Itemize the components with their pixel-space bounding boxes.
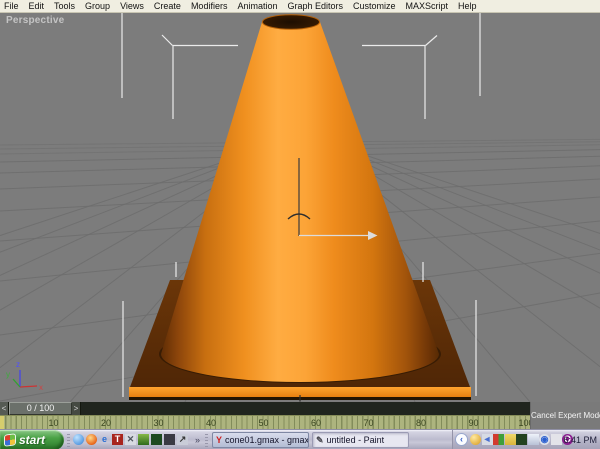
- tray-messenger-icon[interactable]: [493, 434, 504, 445]
- time-slider-row: < 0 / 100 >: [0, 402, 530, 415]
- task-button-icon: Y: [216, 435, 223, 445]
- messenger-icon[interactable]: [73, 434, 84, 445]
- trackbar-number: 60: [310, 418, 321, 428]
- tray-generic-icon[interactable]: [550, 434, 562, 445]
- y-axis-line: [12, 378, 21, 388]
- task-button-cone01-gmax[interactable]: Ycone01.gmax - gmax: [212, 432, 309, 448]
- internet-explorer-icon[interactable]: e: [99, 434, 110, 445]
- tray-icons: ◄ ◉ O: [470, 430, 573, 449]
- trackbar-number: 20: [100, 418, 111, 428]
- trackbar-number: 40: [205, 418, 216, 428]
- taskbar: start » Ycone01.gmax - gmax ✎ untitled - P…: [0, 429, 600, 449]
- firefox-icon[interactable]: [86, 434, 97, 445]
- trackbar-number: 30: [153, 418, 164, 428]
- start-label: start: [19, 433, 46, 447]
- menu-graph-editors[interactable]: Graph Editors: [287, 0, 343, 13]
- taskband-grip[interactable]: [205, 433, 208, 447]
- menu-customize[interactable]: Customize: [353, 0, 396, 13]
- trackbar-number: 10: [48, 418, 59, 428]
- menu-edit[interactable]: Edit: [29, 0, 45, 13]
- menu-bar: File Edit Tools Group Views Create Modifiers An…: [0, 0, 600, 13]
- menu-animation[interactable]: Animation: [237, 0, 277, 13]
- console-icon[interactable]: [164, 434, 175, 445]
- frame-prev-button[interactable]: <: [0, 402, 9, 415]
- quick-launch-overflow-chevron[interactable]: »: [192, 433, 203, 447]
- x-axis-line: [19, 385, 38, 388]
- system-tray: ‹ ◄ ◉ O 6:41 PM: [452, 430, 600, 449]
- task-button-untitled[interactable]: ✎ untitled - Paint: [312, 432, 409, 448]
- time-slider-handle[interactable]: 0 / 100: [9, 402, 72, 415]
- tools-icon[interactable]: ✕: [125, 434, 136, 445]
- grass-app-icon[interactable]: [138, 434, 149, 445]
- z-axis-label: z: [16, 360, 20, 369]
- quick-launch-grip[interactable]: [67, 433, 70, 447]
- menu-group[interactable]: Group: [85, 0, 110, 13]
- tray-volume-icon[interactable]: ◄: [481, 434, 493, 445]
- track-bar[interactable]: 10 20 30 40 50 60 70 80 90 100: [0, 415, 530, 429]
- show-desktop-icon[interactable]: ↗: [177, 434, 188, 445]
- windows-flag-icon: [5, 434, 15, 446]
- viewport-canvas[interactable]: z x y: [0, 13, 600, 402]
- trackbar-number: 70: [363, 418, 374, 428]
- task-button-icon: ✎: [316, 435, 324, 445]
- cancel-expert-mode-button[interactable]: Cancel Expert Mode: [530, 402, 600, 429]
- dark-green-app-icon[interactable]: [151, 434, 162, 445]
- tray-update-icon[interactable]: [470, 434, 481, 445]
- cone-object[interactable]: [161, 14, 439, 383]
- trackbar-number: 90: [468, 418, 479, 428]
- screen: File Edit Tools Group Views Create Modifiers An…: [0, 0, 600, 449]
- menu-maxscript[interactable]: MAXScript: [406, 0, 449, 13]
- frame-next-button[interactable]: >: [72, 402, 81, 415]
- tray-network-icon[interactable]: [516, 434, 527, 445]
- viewport-perspective[interactable]: z x y Perspective: [0, 13, 600, 402]
- menu-create[interactable]: Create: [154, 0, 181, 13]
- menu-modifiers[interactable]: Modifiers: [191, 0, 228, 13]
- task-button-label: cone01.gmax - gmax: [225, 435, 309, 445]
- x-axis-label: x: [39, 383, 43, 392]
- menu-tools[interactable]: Tools: [54, 0, 75, 13]
- trackbar-number: 80: [415, 418, 426, 428]
- trackbar-number: 50: [258, 418, 269, 428]
- taskbar-clock[interactable]: 6:41 PM: [563, 430, 597, 449]
- world-axis-tripod: z x y: [6, 360, 43, 392]
- tray-display-icon[interactable]: [527, 434, 539, 445]
- hide-icons-button[interactable]: ‹: [455, 433, 468, 446]
- menu-help[interactable]: Help: [458, 0, 477, 13]
- menu-file[interactable]: File: [4, 0, 19, 13]
- viewport-label[interactable]: Perspective: [6, 15, 64, 26]
- y-axis-label: y: [6, 370, 10, 379]
- tray-search-icon[interactable]: ◉: [539, 434, 550, 445]
- start-button[interactable]: start: [0, 430, 64, 449]
- trackbar-current-frame-marker[interactable]: [0, 416, 4, 429]
- trackbar-number: 100: [518, 418, 530, 428]
- tray-folder-icon[interactable]: [504, 434, 516, 445]
- menu-views[interactable]: Views: [120, 0, 144, 13]
- task-buttons: Ycone01.gmax - gmax ✎ untitled - Paint: [212, 432, 409, 448]
- task-button-label: untitled - Paint: [326, 435, 385, 445]
- textpad-icon[interactable]: T: [112, 434, 123, 445]
